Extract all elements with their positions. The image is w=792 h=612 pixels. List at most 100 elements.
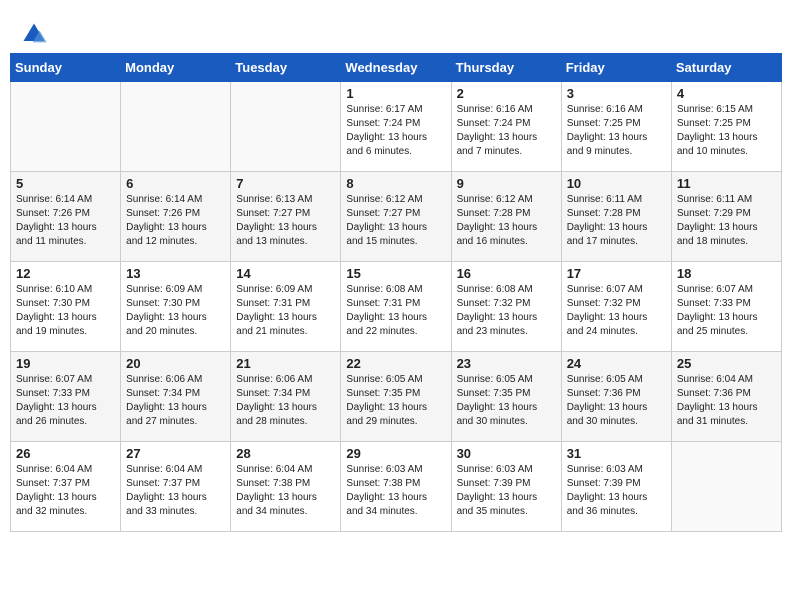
day-info: Sunrise: 6:11 AM Sunset: 7:28 PM Dayligh…	[567, 193, 666, 249]
day-number: 1	[346, 86, 445, 101]
day-info: Sunrise: 6:08 AM Sunset: 7:31 PM Dayligh…	[346, 283, 445, 339]
logo-icon	[20, 20, 48, 48]
day-number: 30	[457, 446, 556, 461]
day-number: 5	[16, 176, 115, 191]
day-cell: 16 Sunrise: 6:08 AM Sunset: 7:32 PM Dayli…	[451, 262, 561, 352]
header-cell-thursday: Thursday	[451, 54, 561, 82]
day-cell: 12 Sunrise: 6:10 AM Sunset: 7:30 PM Dayli…	[11, 262, 121, 352]
day-number: 22	[346, 356, 445, 371]
day-info: Sunrise: 6:04 AM Sunset: 7:36 PM Dayligh…	[677, 373, 776, 429]
day-cell: 5 Sunrise: 6:14 AM Sunset: 7:26 PM Daylig…	[11, 172, 121, 262]
day-number: 4	[677, 86, 776, 101]
day-info: Sunrise: 6:17 AM Sunset: 7:24 PM Dayligh…	[346, 103, 445, 159]
day-cell: 13 Sunrise: 6:09 AM Sunset: 7:30 PM Dayli…	[121, 262, 231, 352]
day-info: Sunrise: 6:06 AM Sunset: 7:34 PM Dayligh…	[126, 373, 225, 429]
header-cell-tuesday: Tuesday	[231, 54, 341, 82]
logo	[20, 20, 52, 48]
day-number: 7	[236, 176, 335, 191]
day-number: 13	[126, 266, 225, 281]
day-number: 18	[677, 266, 776, 281]
day-number: 14	[236, 266, 335, 281]
day-number: 28	[236, 446, 335, 461]
day-cell: 23 Sunrise: 6:05 AM Sunset: 7:35 PM Dayli…	[451, 352, 561, 442]
day-number: 3	[567, 86, 666, 101]
day-info: Sunrise: 6:10 AM Sunset: 7:30 PM Dayligh…	[16, 283, 115, 339]
day-number: 31	[567, 446, 666, 461]
day-number: 26	[16, 446, 115, 461]
day-info: Sunrise: 6:12 AM Sunset: 7:28 PM Dayligh…	[457, 193, 556, 249]
day-info: Sunrise: 6:08 AM Sunset: 7:32 PM Dayligh…	[457, 283, 556, 339]
day-cell: 20 Sunrise: 6:06 AM Sunset: 7:34 PM Dayli…	[121, 352, 231, 442]
day-info: Sunrise: 6:06 AM Sunset: 7:34 PM Dayligh…	[236, 373, 335, 429]
week-row-3: 12 Sunrise: 6:10 AM Sunset: 7:30 PM Dayli…	[11, 262, 782, 352]
day-info: Sunrise: 6:14 AM Sunset: 7:26 PM Dayligh…	[126, 193, 225, 249]
day-cell	[231, 82, 341, 172]
day-cell: 18Sunrise: 6:07 AM Sunset: 7:33 PM Dayli…	[671, 262, 781, 352]
day-number: 21	[236, 356, 335, 371]
day-number: 20	[126, 356, 225, 371]
day-cell	[11, 82, 121, 172]
day-info: Sunrise: 6:05 AM Sunset: 7:36 PM Dayligh…	[567, 373, 666, 429]
day-info: Sunrise: 6:03 AM Sunset: 7:38 PM Dayligh…	[346, 463, 445, 519]
day-info: Sunrise: 6:14 AM Sunset: 7:26 PM Dayligh…	[16, 193, 115, 249]
day-cell: 3 Sunrise: 6:16 AM Sunset: 7:25 PM Daylig…	[561, 82, 671, 172]
day-info: Sunrise: 6:16 AM Sunset: 7:25 PM Dayligh…	[567, 103, 666, 159]
day-number: 16	[457, 266, 556, 281]
week-row-5: 26 Sunrise: 6:04 AM Sunset: 7:37 PM Dayli…	[11, 442, 782, 532]
day-cell: 29 Sunrise: 6:03 AM Sunset: 7:38 PM Dayli…	[341, 442, 451, 532]
day-cell: 30Sunrise: 6:03 AM Sunset: 7:39 PM Dayli…	[451, 442, 561, 532]
day-cell: 25 Sunrise: 6:04 AM Sunset: 7:36 PM Dayli…	[671, 352, 781, 442]
day-info: Sunrise: 6:12 AM Sunset: 7:27 PM Dayligh…	[346, 193, 445, 249]
day-number: 9	[457, 176, 556, 191]
day-number: 15	[346, 266, 445, 281]
day-number: 25	[677, 356, 776, 371]
calendar-table: SundayMondayTuesdayWednesdayThursdayFrid…	[10, 53, 782, 532]
day-cell	[671, 442, 781, 532]
day-cell: 6 Sunrise: 6:14 AM Sunset: 7:26 PM Daylig…	[121, 172, 231, 262]
day-number: 12	[16, 266, 115, 281]
day-cell: 17Sunrise: 6:07 AM Sunset: 7:32 PM Dayli…	[561, 262, 671, 352]
day-info: Sunrise: 6:04 AM Sunset: 7:37 PM Dayligh…	[126, 463, 225, 519]
week-row-1: 1 Sunrise: 6:17 AM Sunset: 7:24 PM Daylig…	[11, 82, 782, 172]
day-number: 29	[346, 446, 445, 461]
day-cell: 21 Sunrise: 6:06 AM Sunset: 7:34 PM Dayli…	[231, 352, 341, 442]
day-cell: 27Sunrise: 6:04 AM Sunset: 7:37 PM Dayli…	[121, 442, 231, 532]
day-number: 11	[677, 176, 776, 191]
day-cell: 4 Sunrise: 6:15 AM Sunset: 7:25 PM Daylig…	[671, 82, 781, 172]
day-number: 6	[126, 176, 225, 191]
day-cell: 1 Sunrise: 6:17 AM Sunset: 7:24 PM Daylig…	[341, 82, 451, 172]
day-info: Sunrise: 6:15 AM Sunset: 7:25 PM Dayligh…	[677, 103, 776, 159]
day-cell: 22 Sunrise: 6:05 AM Sunset: 7:35 PM Dayli…	[341, 352, 451, 442]
day-number: 2	[457, 86, 556, 101]
day-cell: 15 Sunrise: 6:08 AM Sunset: 7:31 PM Dayli…	[341, 262, 451, 352]
day-cell: 19Sunrise: 6:07 AM Sunset: 7:33 PM Dayli…	[11, 352, 121, 442]
day-cell: 9 Sunrise: 6:12 AM Sunset: 7:28 PM Daylig…	[451, 172, 561, 262]
day-cell: 14 Sunrise: 6:09 AM Sunset: 7:31 PM Dayli…	[231, 262, 341, 352]
day-info: Sunrise: 6:05 AM Sunset: 7:35 PM Dayligh…	[346, 373, 445, 429]
day-cell: 10 Sunrise: 6:11 AM Sunset: 7:28 PM Dayli…	[561, 172, 671, 262]
page-header	[10, 10, 782, 53]
week-row-4: 19Sunrise: 6:07 AM Sunset: 7:33 PM Dayli…	[11, 352, 782, 442]
day-number: 23	[457, 356, 556, 371]
day-cell: 2 Sunrise: 6:16 AM Sunset: 7:24 PM Daylig…	[451, 82, 561, 172]
header-cell-sunday: Sunday	[11, 54, 121, 82]
day-cell: 8 Sunrise: 6:12 AM Sunset: 7:27 PM Daylig…	[341, 172, 451, 262]
day-info: Sunrise: 6:03 AM Sunset: 7:39 PM Dayligh…	[567, 463, 666, 519]
day-info: Sunrise: 6:05 AM Sunset: 7:35 PM Dayligh…	[457, 373, 556, 429]
week-row-2: 5 Sunrise: 6:14 AM Sunset: 7:26 PM Daylig…	[11, 172, 782, 262]
day-cell: 26 Sunrise: 6:04 AM Sunset: 7:37 PM Dayli…	[11, 442, 121, 532]
header-cell-friday: Friday	[561, 54, 671, 82]
day-cell: 24 Sunrise: 6:05 AM Sunset: 7:36 PM Dayli…	[561, 352, 671, 442]
day-number: 8	[346, 176, 445, 191]
day-cell: 31 Sunrise: 6:03 AM Sunset: 7:39 PM Dayli…	[561, 442, 671, 532]
day-number: 24	[567, 356, 666, 371]
day-info: Sunrise: 6:09 AM Sunset: 7:31 PM Dayligh…	[236, 283, 335, 339]
day-number: 19	[16, 356, 115, 371]
day-number: 17	[567, 266, 666, 281]
day-info: Sunrise: 6:04 AM Sunset: 7:37 PM Dayligh…	[16, 463, 115, 519]
header-row: SundayMondayTuesdayWednesdayThursdayFrid…	[11, 54, 782, 82]
day-info: Sunrise: 6:11 AM Sunset: 7:29 PM Dayligh…	[677, 193, 776, 249]
day-info: Sunrise: 6:09 AM Sunset: 7:30 PM Dayligh…	[126, 283, 225, 339]
day-number: 10	[567, 176, 666, 191]
day-info: Sunrise: 6:16 AM Sunset: 7:24 PM Dayligh…	[457, 103, 556, 159]
